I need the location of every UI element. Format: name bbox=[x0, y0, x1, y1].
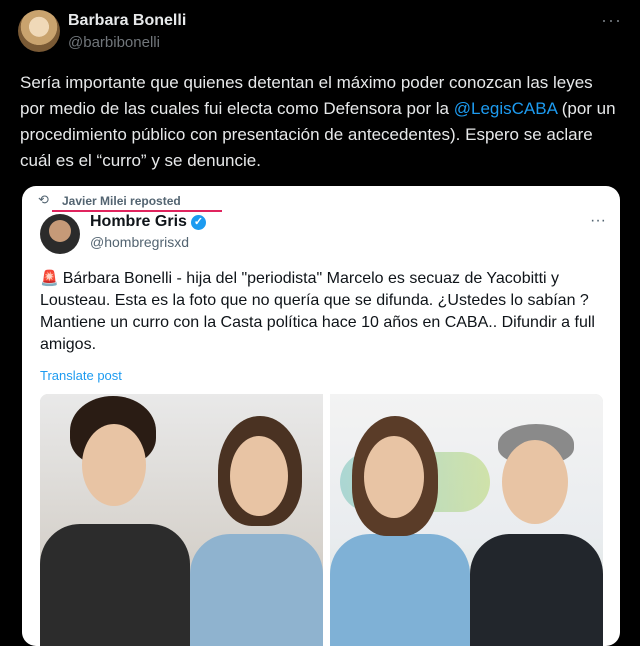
photo-left bbox=[40, 394, 323, 646]
translate-post-link: Translate post bbox=[40, 368, 122, 383]
quoted-author-handle: @hombregrisxd bbox=[90, 234, 190, 250]
post-text: Sería importante que quienes detentan el… bbox=[20, 70, 620, 174]
person-face bbox=[364, 436, 424, 518]
quoted-author-name-text: Hombre Gris bbox=[90, 213, 187, 230]
photo-right bbox=[330, 394, 603, 646]
quoted-more-icon: ··· bbox=[590, 212, 606, 229]
red-underline bbox=[52, 210, 222, 212]
person-face bbox=[230, 436, 288, 516]
author-name[interactable]: Barbara Bonelli bbox=[68, 12, 186, 30]
person-suit bbox=[40, 524, 190, 646]
quoted-author-avatar bbox=[40, 214, 80, 254]
quoted-text: 🚨 Bárbara Bonelli - hija del "periodista"… bbox=[40, 268, 610, 356]
repost-label: Javier Milei reposted bbox=[62, 194, 181, 208]
person-face bbox=[502, 440, 568, 524]
author-handle[interactable]: @barbibonelli bbox=[68, 34, 160, 51]
verified-badge-icon: ✓ bbox=[190, 215, 206, 230]
person-jacket bbox=[330, 534, 470, 646]
author-avatar[interactable] bbox=[18, 10, 60, 52]
person-suit bbox=[470, 534, 603, 646]
repost-icon: ⟲ bbox=[38, 192, 49, 207]
mention-link[interactable]: @LegisCABA bbox=[454, 99, 557, 118]
siren-icon: 🚨 bbox=[40, 270, 59, 287]
person-face bbox=[82, 424, 146, 506]
more-options-icon[interactable]: ··· bbox=[601, 10, 622, 31]
photo-divider bbox=[323, 394, 330, 646]
quoted-text-body: Bárbara Bonelli - hija del "periodista" … bbox=[40, 270, 595, 353]
photo-collage bbox=[40, 394, 603, 646]
quoted-author-name: Hombre Gris ✓ bbox=[90, 213, 206, 231]
embedded-screenshot: ⟲ Javier Milei reposted Hombre Gris ✓ @ho… bbox=[22, 186, 620, 646]
person-jacket bbox=[190, 534, 323, 646]
